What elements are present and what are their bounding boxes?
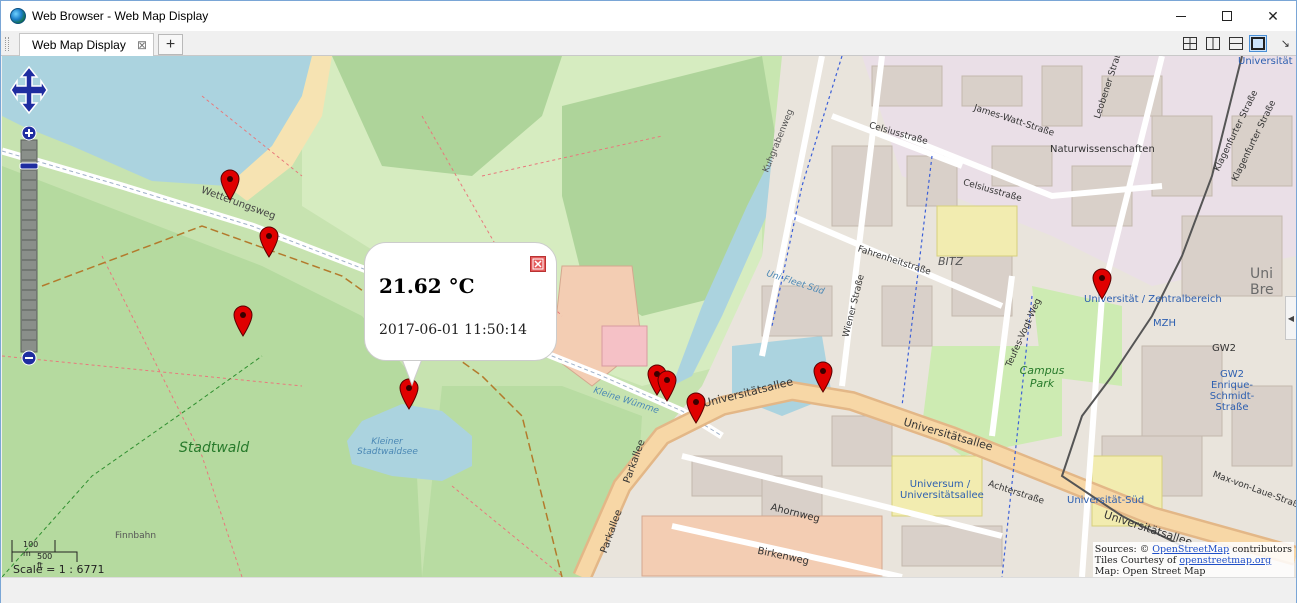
location-marker[interactable] <box>1092 268 1112 300</box>
stop-label: Universum / Universitätsallee <box>900 479 984 501</box>
globe-icon <box>10 8 26 24</box>
building-label: GW2 <box>1212 343 1236 354</box>
tab-bar: Web Map Display ⊠ + ↘ <box>1 31 1296 56</box>
browser-window: Web Browser - Web Map Display ✕ Web Map … <box>0 0 1297 603</box>
stop-label: Universität-Süd <box>1067 495 1145 506</box>
popup-temperature: 21.62 °C <box>379 274 475 298</box>
status-bar <box>1 577 1296 603</box>
popup-timestamp: 2017-06-01 11:50:14 <box>379 322 528 338</box>
osm-link[interactable]: OpenStreetMap <box>1152 544 1229 555</box>
title-bar: Web Browser - Web Map Display ✕ <box>1 1 1296 31</box>
zoom-slider[interactable] <box>19 126 39 366</box>
building-label: MZH <box>1153 318 1176 329</box>
tab-menu-icon[interactable]: ↘ <box>1281 37 1290 50</box>
location-marker[interactable] <box>686 392 706 424</box>
close-icon: ✕ <box>1267 7 1279 24</box>
location-marker[interactable] <box>259 226 279 258</box>
building-label: Naturwissenschaften <box>1050 144 1155 155</box>
split-horizontal-icon[interactable] <box>1227 35 1245 52</box>
minimize-button[interactable] <box>1158 1 1204 31</box>
tiles-link[interactable]: openstreetmap.org <box>1179 555 1271 566</box>
building-label: BITZ <box>938 255 964 268</box>
attribution-text: Sources: © <box>1094 544 1150 555</box>
add-tab-button[interactable]: + <box>158 34 183 55</box>
attribution-map-source: Map: Open Street Map <box>1094 566 1206 577</box>
scale-meters: 100 m <box>23 540 39 558</box>
stop-label: Universität <box>1238 56 1293 67</box>
lake-label: Kleiner Stadtwaldsee <box>357 437 418 457</box>
attribution-text: contributors <box>1232 544 1292 555</box>
location-marker[interactable] <box>233 305 253 337</box>
location-marker[interactable] <box>657 370 677 402</box>
tab-grip-icon[interactable] <box>5 37 9 51</box>
attribution-text: Tiles Courtesy of <box>1094 555 1177 566</box>
chevron-left-icon: ◀ <box>1287 313 1295 323</box>
grid-2x2-icon[interactable] <box>1181 35 1199 52</box>
tab-web-map-display[interactable]: Web Map Display ⊠ <box>19 33 154 56</box>
park-label: Campus Park <box>1019 364 1065 390</box>
maximize-button[interactable] <box>1204 1 1250 31</box>
close-window-button[interactable]: ✕ <box>1250 1 1296 31</box>
split-vertical-icon[interactable] <box>1204 35 1222 52</box>
single-pane-icon[interactable] <box>1249 35 1267 52</box>
attribution: Sources: © OpenStreetMap contributors Ti… <box>1092 542 1294 577</box>
pan-arrows-icon[interactable] <box>10 66 48 118</box>
location-marker[interactable] <box>813 361 833 393</box>
stop-label: GW2 Enrique-Schmidt-Straße <box>1209 369 1255 413</box>
location-marker[interactable] <box>220 169 240 201</box>
minimize-icon <box>1176 15 1186 17</box>
area-label: Stadtwald <box>179 440 250 456</box>
path-label: Finnbahn <box>115 531 157 541</box>
district-label: Uni Bre <box>1250 266 1274 298</box>
window-title: Web Browser - Web Map Display <box>32 9 209 23</box>
measurement-popup: 21.62 °C 2017-06-01 11:50:14 <box>364 242 557 361</box>
map-canvas[interactable]: Wetterungsweg Stadtwald Kleiner Stadtwal… <box>2 56 1296 577</box>
popup-tail <box>401 359 423 387</box>
tab-close-icon[interactable]: ⊠ <box>137 38 147 52</box>
close-popup-icon[interactable] <box>530 256 546 272</box>
side-panel-toggle[interactable]: ◀ <box>1285 296 1296 340</box>
tab-label: Web Map Display <box>32 38 126 52</box>
maximize-icon <box>1222 11 1232 21</box>
scale-ratio: Scale = 1 : 6771 <box>13 563 105 576</box>
